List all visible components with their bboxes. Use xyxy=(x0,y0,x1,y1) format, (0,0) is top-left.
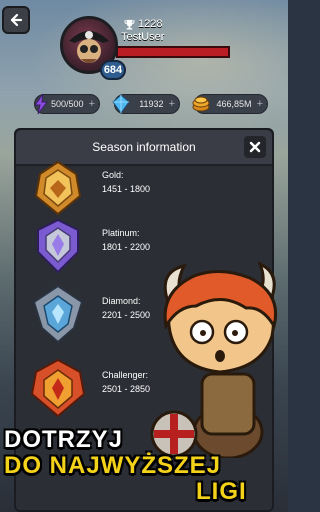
promo-line-1: DOTRZYJ xyxy=(4,426,124,453)
promo-line-2: DO NAJWYŻSZEJ xyxy=(4,452,222,479)
resource-gold[interactable]: 466,85M + xyxy=(192,94,268,114)
rank-name: Diamond: xyxy=(102,296,141,306)
rank-range: 2201 - 2500 xyxy=(102,310,151,320)
rank-row-gold: Gold: 1451 - 1800 xyxy=(28,158,268,218)
rank-name: Gold: xyxy=(102,170,124,180)
blue-gem-icon xyxy=(109,92,133,116)
challenger-rank-badge-icon xyxy=(30,358,86,418)
rank-range: 2501 - 2850 xyxy=(102,384,151,394)
back-button[interactable] xyxy=(2,6,30,34)
health-bar xyxy=(116,46,230,58)
panel-title: Season information xyxy=(92,140,196,154)
level-badge: 684 xyxy=(100,60,126,80)
trophy-count: 1228 xyxy=(124,18,162,30)
gems-plus-icon[interactable]: + xyxy=(169,98,175,110)
gold-coins-icon xyxy=(189,92,213,116)
resource-gems[interactable]: 11932 + xyxy=(112,94,180,114)
gold-rank-badge-icon xyxy=(34,160,82,216)
platinum-rank-badge-icon xyxy=(37,218,79,274)
diamond-rank-badge-icon xyxy=(32,284,84,344)
rank-name: Challenger: xyxy=(102,370,149,380)
energy-value: 500/500 xyxy=(51,99,84,109)
energy-plus-icon[interactable]: + xyxy=(89,98,95,110)
gold-value: 466,85M xyxy=(216,99,252,109)
gems-value: 11932 xyxy=(139,99,164,109)
trophy-value: 1228 xyxy=(138,18,163,30)
arrow-left-icon xyxy=(10,13,23,27)
rank-range: 1801 - 2200 xyxy=(102,242,151,252)
close-icon xyxy=(249,141,261,153)
viking-girl-character-icon xyxy=(150,262,277,458)
username: TestUser xyxy=(121,31,165,43)
promo-line-3: LIGI xyxy=(196,478,247,505)
trophy-icon xyxy=(124,19,135,30)
rank-name: Platinum: xyxy=(102,228,140,238)
gold-plus-icon[interactable]: + xyxy=(257,98,263,110)
close-button[interactable] xyxy=(244,136,266,158)
resource-energy[interactable]: 500/500 + xyxy=(34,93,100,115)
energy-bolt-icon xyxy=(29,92,53,116)
rank-range: 1451 - 1800 xyxy=(102,184,151,194)
